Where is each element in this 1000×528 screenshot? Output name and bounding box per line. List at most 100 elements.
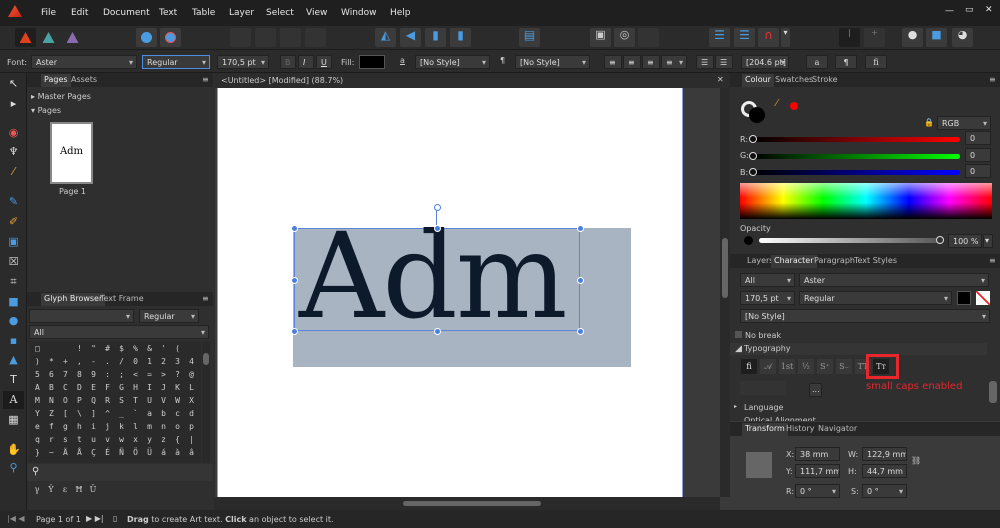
- arrange-forward-button[interactable]: [280, 28, 301, 47]
- align-center-button[interactable]: ≡: [623, 55, 641, 69]
- align-right-button[interactable]: ≡: [642, 55, 660, 69]
- glyph-row[interactable]: MNOPQRSTUVWX: [35, 396, 201, 406]
- no-break-checkbox[interactable]: [735, 331, 742, 338]
- rotation-input[interactable]: 0 °: [795, 484, 840, 498]
- glyph-row[interactable]: ABCDEFGHIJKL: [35, 383, 201, 393]
- paragraph-panel-button[interactable]: ¶: [835, 55, 857, 69]
- glyph-search-input[interactable]: ⚲: [27, 464, 213, 481]
- font-style-select[interactable]: Regular: [799, 291, 952, 305]
- frame-text-tool-icon[interactable]: T: [7, 373, 20, 386]
- tab-glyph-browser[interactable]: Glyph Browser: [41, 293, 106, 306]
- glyph-scrollbar[interactable]: [202, 341, 210, 463]
- b-slider-knob[interactable]: [749, 168, 757, 176]
- art-text[interactable]: Adm: [299, 211, 568, 341]
- glyph-row[interactable]: 56789:;<=>?@: [35, 370, 201, 380]
- guides-icon[interactable]: |: [839, 28, 860, 47]
- recent-colour-swatch[interactable]: [790, 102, 798, 110]
- x-input[interactable]: 38 mm: [795, 447, 840, 461]
- ordinals-button[interactable]: 1st: [779, 359, 795, 374]
- panel-menu-icon[interactable]: ≡: [199, 74, 212, 87]
- frame-icon[interactable]: ◎: [614, 28, 635, 47]
- glyph-row[interactable]: qrstuvwxyz{|: [35, 435, 201, 445]
- glyph-row[interactable]: efghijklmnop: [35, 422, 201, 432]
- table-tool-icon[interactable]: ▦: [7, 413, 20, 426]
- tab-text-frame[interactable]: Text Frame: [97, 293, 147, 306]
- g-input[interactable]: 0: [965, 148, 991, 162]
- language-section[interactable]: Language: [744, 403, 783, 412]
- rotate-right-icon[interactable]: ▮: [425, 28, 446, 47]
- bullets-button[interactable]: ☰: [696, 55, 714, 69]
- tab-text-styles[interactable]: Text Styles: [851, 255, 900, 268]
- anchor-point-selector[interactable]: [746, 452, 772, 478]
- fractions-button[interactable]: ½: [798, 359, 814, 374]
- panel-menu-icon[interactable]: ≡: [199, 293, 212, 306]
- font-size-input[interactable]: 170,5 pt: [217, 55, 269, 69]
- swash-button[interactable]: 𝒜: [760, 359, 776, 374]
- tab-pages[interactable]: Pages: [41, 74, 71, 87]
- colour-model-select[interactable]: RGB: [937, 116, 991, 130]
- resize-handle[interactable]: [291, 328, 298, 335]
- tab-navigator[interactable]: Navigator: [815, 423, 860, 436]
- node-tool-icon[interactable]: ▸: [7, 97, 20, 110]
- ellipse-tool-icon[interactable]: ●: [7, 314, 20, 327]
- character-scrollbar[interactable]: [988, 253, 998, 421]
- ligatures-button[interactable]: fi: [741, 359, 757, 374]
- menu-window[interactable]: Window: [341, 8, 377, 18]
- tab-stroke[interactable]: Stroke: [809, 74, 841, 87]
- character-panel-button[interactable]: a: [806, 55, 828, 69]
- flip-vertical-icon[interactable]: ◀: [400, 28, 421, 47]
- menu-edit[interactable]: Edit: [71, 8, 88, 18]
- fill-swatch[interactable]: [359, 55, 385, 69]
- recent-glyph[interactable]: Ŷ: [44, 485, 58, 494]
- tab-transform[interactable]: Transform: [742, 423, 788, 436]
- opacity-input[interactable]: 100 %: [948, 234, 982, 248]
- shear-input[interactable]: 0 °: [862, 484, 907, 498]
- glyph-row[interactable]: YZ[\]^_`abcd: [35, 409, 201, 419]
- page-thumbnail[interactable]: Adm: [50, 122, 93, 184]
- paragraph-style-select[interactable]: [No Style]: [515, 55, 590, 69]
- opacity-slider-knob[interactable]: [936, 236, 944, 244]
- font-family-select[interactable]: Aster: [31, 55, 137, 69]
- character-style-select[interactable]: [No Style]: [415, 55, 490, 69]
- resize-handle[interactable]: [291, 225, 298, 232]
- triangle-tool-icon[interactable]: ▲: [7, 353, 20, 366]
- menu-text[interactable]: Text: [159, 8, 177, 18]
- font-style-select[interactable]: Regular: [142, 55, 210, 69]
- b-slider[interactable]: [753, 170, 960, 175]
- boolean-subtract-icon[interactable]: ■: [926, 28, 947, 47]
- glyph-row[interactable]: □ !"#$%&'(: [35, 344, 189, 354]
- menu-select[interactable]: Select: [266, 8, 294, 18]
- boolean-intersect-icon[interactable]: ◕: [952, 28, 973, 47]
- recent-glyph[interactable]: Ħ: [72, 485, 86, 494]
- hand-tool-icon[interactable]: ✋: [7, 443, 21, 456]
- colour-spectrum[interactable]: [740, 183, 992, 219]
- master-pages-row[interactable]: ▸ Master Pages: [31, 92, 91, 101]
- eyedropper-icon[interactable]: ⁄: [776, 98, 778, 109]
- menu-document[interactable]: Document: [103, 8, 150, 18]
- lines-icon[interactable]: ☰: [734, 28, 755, 47]
- b-input[interactable]: 0: [965, 164, 991, 178]
- minimize-button[interactable]: —: [945, 6, 954, 16]
- recent-glyph[interactable]: ε: [58, 485, 72, 494]
- art-text-frame[interactable]: Adm: [294, 211, 580, 341]
- boolean-add-icon[interactable]: ●: [902, 28, 923, 47]
- text-fill-swatch[interactable]: [957, 291, 971, 305]
- r-slider-knob[interactable]: [749, 135, 757, 143]
- resize-handle[interactable]: [577, 277, 584, 284]
- recent-glyph[interactable]: Ū: [86, 485, 100, 494]
- artistic-text-tool-icon[interactable]: A: [3, 391, 24, 409]
- width-input[interactable]: 122,9 mm: [862, 447, 907, 461]
- arrange-backward-button[interactable]: [255, 28, 276, 47]
- rotate-handle[interactable]: [434, 204, 441, 211]
- glyph-filter-select[interactable]: All: [29, 325, 209, 339]
- colour-picker-icon[interactable]: ◉: [7, 126, 20, 139]
- recent-glyph[interactable]: γ: [30, 485, 44, 494]
- frame-tool-icon[interactable]: ☒: [7, 255, 20, 268]
- snapping-magnet-icon[interactable]: ∩: [758, 28, 779, 47]
- justify-button[interactable]: ≡: [661, 55, 687, 69]
- lock-icon[interactable]: 🔒: [924, 118, 934, 127]
- typography-panel-button[interactable]: fi: [865, 55, 887, 69]
- opacity-slider[interactable]: [759, 238, 942, 243]
- menu-layer[interactable]: Layer: [229, 8, 254, 18]
- publisher-persona-button[interactable]: [15, 28, 36, 47]
